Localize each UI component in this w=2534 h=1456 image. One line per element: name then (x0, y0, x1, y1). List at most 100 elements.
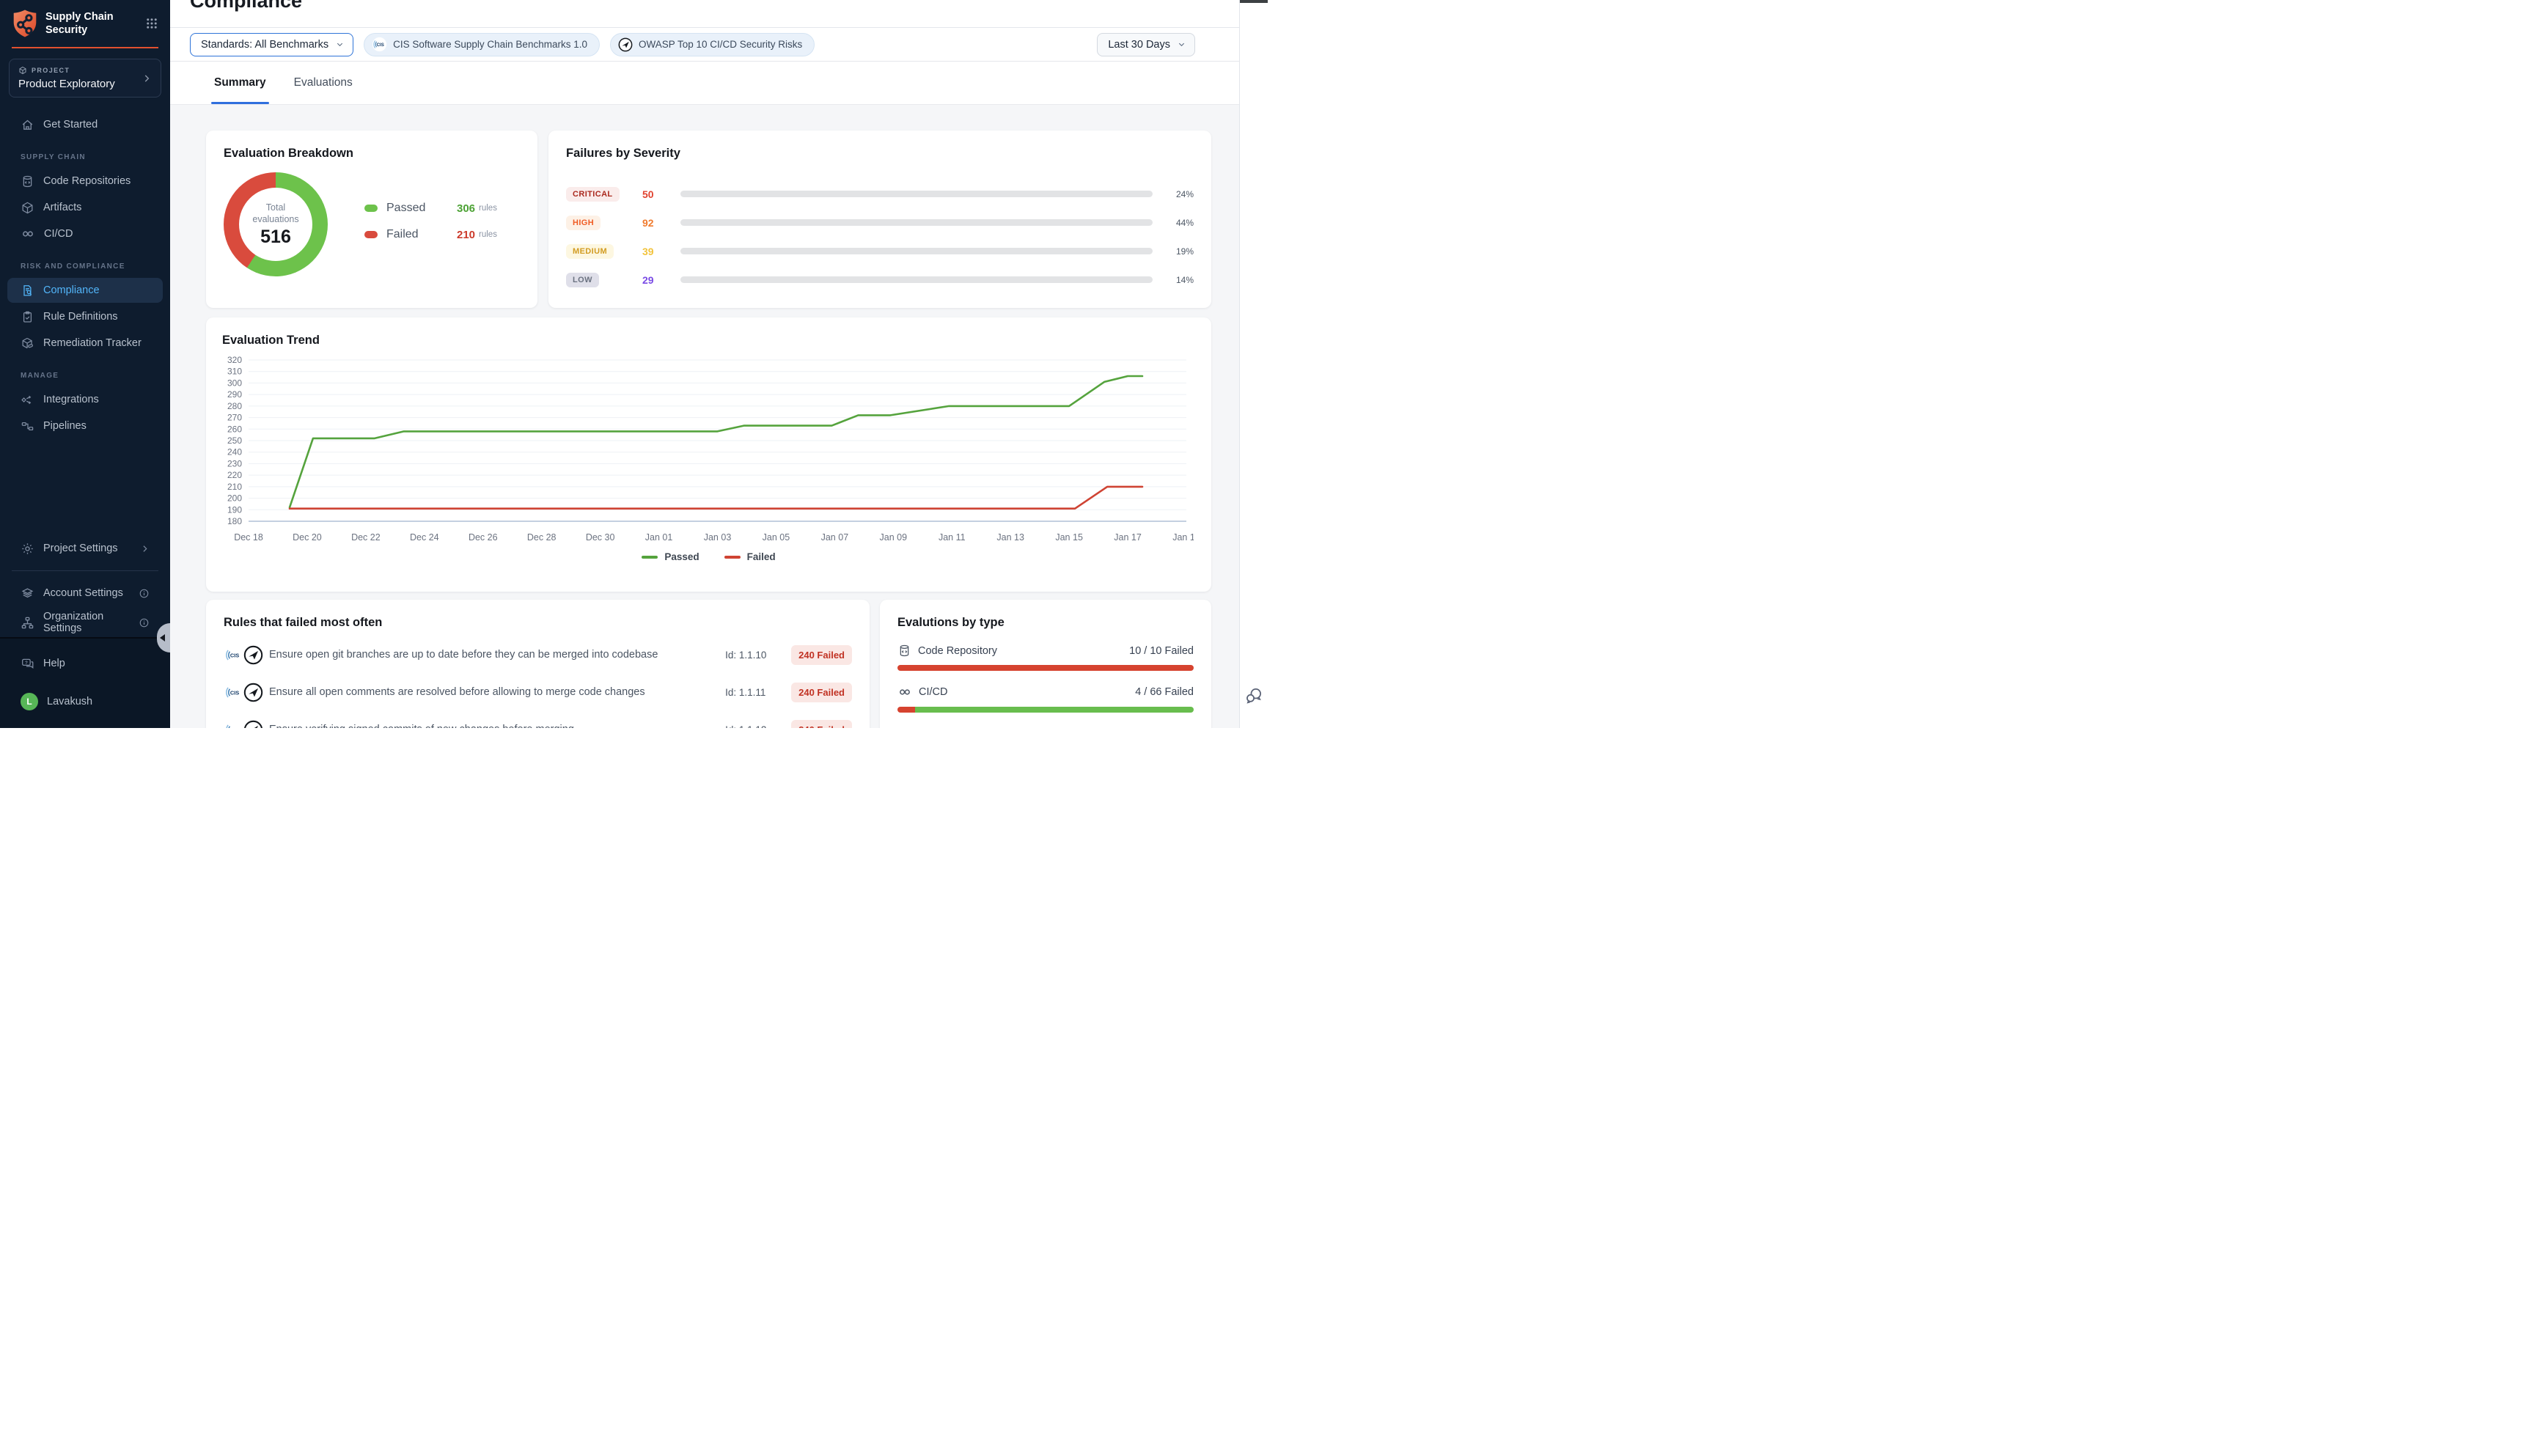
pipelines-icon (21, 419, 34, 433)
card-title: Evaluation Breakdown (224, 147, 520, 161)
x-axis-label: Jan 17 (1114, 532, 1142, 543)
owasp-icon (243, 720, 263, 729)
y-axis-label: 310 (227, 367, 242, 377)
severity-row-medium: MEDIUM3919% (566, 237, 1194, 265)
info-icon[interactable] (139, 617, 150, 628)
x-axis-label: Jan 19 (1172, 532, 1194, 543)
filter-chip-owasp[interactable]: OWASP Top 10 CI/CD Security Risks (610, 33, 815, 56)
rule-row-3[interactable]: CISEnsure verifying signed commits of ne… (224, 715, 852, 728)
x-axis-label: Jan 01 (645, 532, 673, 543)
sidebar-item-compliance[interactable]: Compliance (7, 278, 163, 303)
brand-name: Supply ChainSecurity (45, 10, 138, 37)
right-gutter (1239, 0, 1267, 728)
project-name: Product Exploratory (18, 78, 142, 90)
y-axis-label: 270 (227, 413, 242, 423)
app-launcher-grid-icon[interactable] (145, 17, 158, 30)
app-window: Supply ChainSecurity PR (0, 0, 1267, 728)
sidebar-item-get-started[interactable]: Get Started (7, 112, 163, 137)
info-icon[interactable] (139, 588, 150, 599)
sidebar-item-organization-settings[interactable]: Organization Settings (7, 609, 163, 636)
project-eyebrow: PROJECT (32, 67, 70, 74)
sidebar-item-account-settings[interactable]: Account Settings (7, 580, 163, 606)
severity-chip: HIGH (566, 216, 601, 230)
main-area: Compliance Standards: All Benchmarks CIS (170, 0, 1239, 728)
cis-logo-icon: CIS (224, 683, 243, 702)
x-axis-label: Dec 22 (351, 532, 381, 543)
sidebar-item-label: Get Started (43, 119, 98, 130)
sidebar-item-ci-cd[interactable]: CI/CD (7, 221, 163, 246)
user-name: Lavakush (47, 696, 92, 707)
gear-icon (21, 542, 34, 556)
rules-failed-most-card: Rules that failed most often CISEnsure o… (206, 600, 870, 728)
rule-text: Ensure verifying signed commits of new c… (269, 724, 725, 728)
x-axis-label: Jan 07 (821, 532, 849, 543)
card-title: Evalutions by type (897, 616, 1194, 630)
rule-text: Ensure all open comments are resolved be… (269, 686, 725, 698)
card-title: Evaluation Trend (222, 334, 1195, 348)
severity-row-critical: CRITICAL5024% (566, 180, 1194, 208)
owasp-icon (243, 645, 263, 665)
x-axis-label: Dec 26 (469, 532, 498, 543)
rule-row-2[interactable]: CIS Ensure all open comments are resolved… (224, 677, 852, 707)
y-axis-label: 200 (227, 493, 242, 504)
box-pill-icon (21, 337, 34, 350)
svg-text:?: ? (25, 660, 28, 665)
sidebar-item-label: Rule Definitions (43, 311, 118, 323)
x-axis-label: Jan 09 (880, 532, 908, 543)
severity-percent: 14% (1153, 275, 1194, 285)
user-menu[interactable]: L Lavakush (7, 688, 163, 715)
doc-search-icon (21, 284, 34, 298)
sidebar-item-help[interactable]: ? Help (7, 650, 163, 677)
x-axis-label: Dec 30 (586, 532, 615, 543)
card-title: Rules that failed most often (224, 616, 852, 630)
severity-bar-track (680, 219, 1153, 226)
nav-section-title: MANAGE (0, 357, 170, 386)
failed-count-badge: 240 Failed (791, 683, 852, 702)
tab-evaluations[interactable]: Evaluations (294, 62, 353, 104)
type-row-ci-cd: CI/CD4 / 66 Failed (897, 685, 1194, 713)
sidebar-item-integrations[interactable]: Integrations (7, 387, 163, 412)
trend-legend: Passed Failed (222, 551, 1195, 562)
chat-bubbles-icon[interactable] (1244, 686, 1263, 705)
sidebar-item-label: CI/CD (44, 228, 73, 240)
infinity-icon (21, 227, 35, 241)
y-axis-label: 300 (227, 378, 242, 388)
integrations-icon (21, 393, 34, 407)
legend-failed-row: Failed 210 rules (364, 228, 497, 241)
sidebar-item-pipelines[interactable]: Pipelines (7, 413, 163, 438)
y-axis-label: 210 (227, 482, 242, 492)
sidebar-item-project-settings[interactable]: Project Settings (7, 535, 163, 562)
trend-legend-passed: Passed (642, 551, 699, 562)
y-axis-label: 180 (227, 516, 242, 526)
type-bar (897, 665, 1194, 671)
sidebar-item-code-repositories[interactable]: Code Repositories (7, 169, 163, 194)
severity-row-high: HIGH9244% (566, 208, 1194, 237)
sidebar: Supply ChainSecurity PR (0, 0, 170, 728)
svg-text:CIS: CIS (230, 652, 239, 658)
standards-dropdown[interactable]: Standards: All Benchmarks (190, 33, 353, 56)
sidebar-bottom: ? Help L Lavakush (0, 637, 170, 728)
failed-count-badge: 240 Failed (791, 720, 852, 729)
rule-row-1[interactable]: CISEnsure open git branches are up to da… (224, 640, 852, 669)
sidebar-item-rule-definitions[interactable]: Rule Definitions (7, 304, 163, 329)
nav-section-title: SUPPLY CHAIN (0, 139, 170, 167)
type-bar-segment (897, 665, 1194, 671)
rules-list: CISEnsure open git branches are up to da… (224, 640, 852, 728)
sidebar-item-remediation-tracker[interactable]: Remediation Tracker (7, 331, 163, 356)
tab-summary[interactable]: Summary (214, 62, 266, 104)
y-axis-label: 230 (227, 458, 242, 468)
failed-count-badge: 240 Failed (791, 645, 852, 665)
owasp-icon (618, 37, 633, 52)
date-range-dropdown[interactable]: Last 30 Days (1097, 33, 1195, 56)
rule-id: Id: 1.1.12 (725, 724, 791, 729)
content-area: Evaluation Breakdown Totalevaluations 51… (170, 105, 1239, 728)
filter-chip-cis[interactable]: CIS CIS Software Supply Chain Benchmarks… (364, 33, 600, 56)
project-selector[interactable]: PROJECT Product Exploratory (9, 59, 161, 98)
x-axis-label: Dec 20 (293, 532, 322, 543)
owasp-icon (243, 683, 263, 702)
severity-bars: CRITICAL5024%HIGH9244%MEDIUM3919%LOW2914… (566, 180, 1194, 294)
total-evaluations-value: 516 (260, 227, 291, 248)
sidebar-item-artifacts[interactable]: Artifacts (7, 195, 163, 220)
sidebar-nav: Get Started SUPPLY CHAINCode Repositorie… (0, 98, 170, 534)
sidebar-item-label: Remediation Tracker (43, 337, 142, 349)
